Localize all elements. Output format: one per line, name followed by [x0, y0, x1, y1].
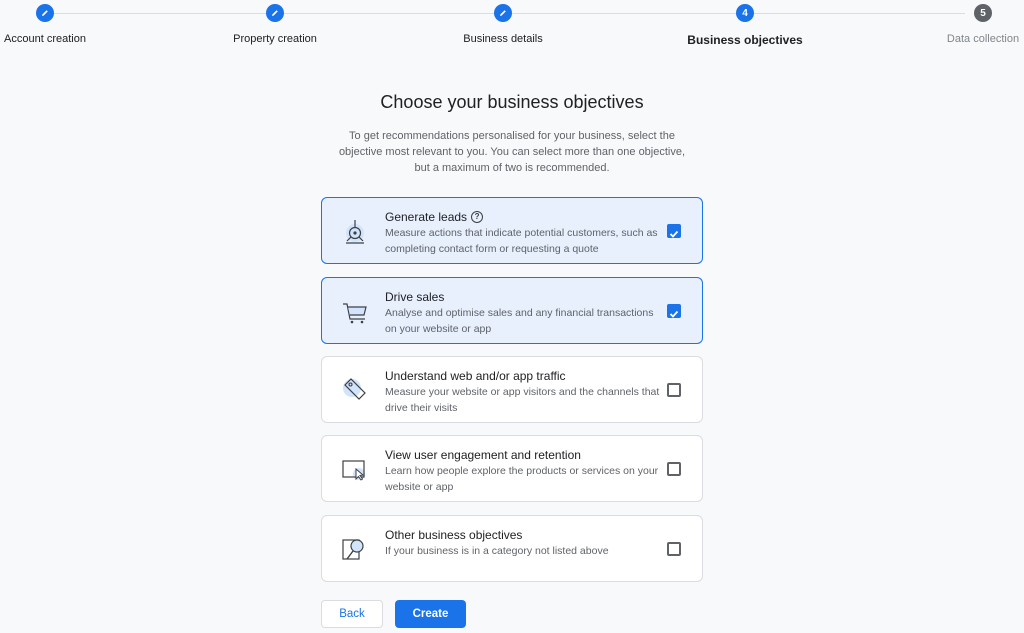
objective-card-user-engagement[interactable]: View user engagement and retention Learn…	[321, 435, 703, 502]
objective-description: Measure your website or app visitors and…	[385, 386, 660, 414]
objective-description: Analyse and optimise sales and any finan…	[385, 307, 654, 335]
magnifier-icon	[340, 534, 370, 564]
edit-icon	[266, 4, 284, 22]
objective-checkbox[interactable]	[667, 542, 681, 556]
page-title: Choose your business objectives	[380, 92, 644, 112]
leads-icon	[340, 216, 370, 246]
step-label: Data collection	[946, 33, 1020, 45]
edit-icon	[36, 4, 54, 22]
objective-description: Measure actions that indicate potential …	[385, 227, 658, 255]
step-label: Business objectives	[687, 33, 803, 47]
step-property-creation[interactable]: Property creation	[195, 4, 355, 45]
back-button[interactable]: Back	[321, 600, 383, 628]
step-label: Property creation	[233, 33, 317, 45]
step-business-details[interactable]: Business details	[423, 4, 583, 45]
objective-title: View user engagement and retention	[385, 448, 581, 462]
help-icon[interactable]: ?	[471, 211, 484, 223]
objective-checkbox[interactable]	[667, 304, 681, 318]
objective-description: If your business is in a category not li…	[385, 545, 609, 557]
objective-checkbox[interactable]	[667, 224, 681, 238]
step-label: Account creation	[4, 33, 86, 45]
page-subtitle: To get recommendations personalised for …	[338, 130, 686, 174]
objective-checkbox[interactable]	[667, 462, 681, 476]
create-button[interactable]: Create	[395, 600, 466, 628]
tag-icon	[340, 375, 370, 405]
step-label: Business details	[463, 33, 543, 45]
step-data-collection: 5 Data collection	[903, 4, 1024, 45]
screen-cursor-icon	[340, 454, 370, 484]
objective-title: Understand web and/or app traffic	[385, 369, 566, 383]
objective-title: Generate leads ?	[385, 209, 665, 225]
objective-card-drive-sales[interactable]: Drive sales Analyse and optimise sales a…	[321, 277, 703, 344]
objective-card-other[interactable]: Other business objectives If your busine…	[321, 515, 703, 582]
objective-checkbox[interactable]	[667, 383, 681, 397]
objective-description: Learn how people explore the products or…	[385, 465, 659, 493]
step-account-creation[interactable]: Account creation	[0, 4, 125, 45]
objective-card-understand-traffic[interactable]: Understand web and/or app traffic Measur…	[321, 356, 703, 423]
objective-card-generate-leads[interactable]: Generate leads ? Measure actions that in…	[321, 197, 703, 264]
objective-title: Drive sales	[385, 290, 445, 304]
shopping-cart-icon	[340, 296, 370, 326]
step-business-objectives: 4 Business objectives	[665, 4, 825, 47]
edit-icon	[494, 4, 512, 22]
stepper: Account creation Property creation Busin…	[0, 0, 1024, 60]
step-number: 5	[974, 4, 992, 22]
step-number: 4	[736, 4, 754, 22]
objective-title: Other business objectives	[385, 528, 523, 542]
